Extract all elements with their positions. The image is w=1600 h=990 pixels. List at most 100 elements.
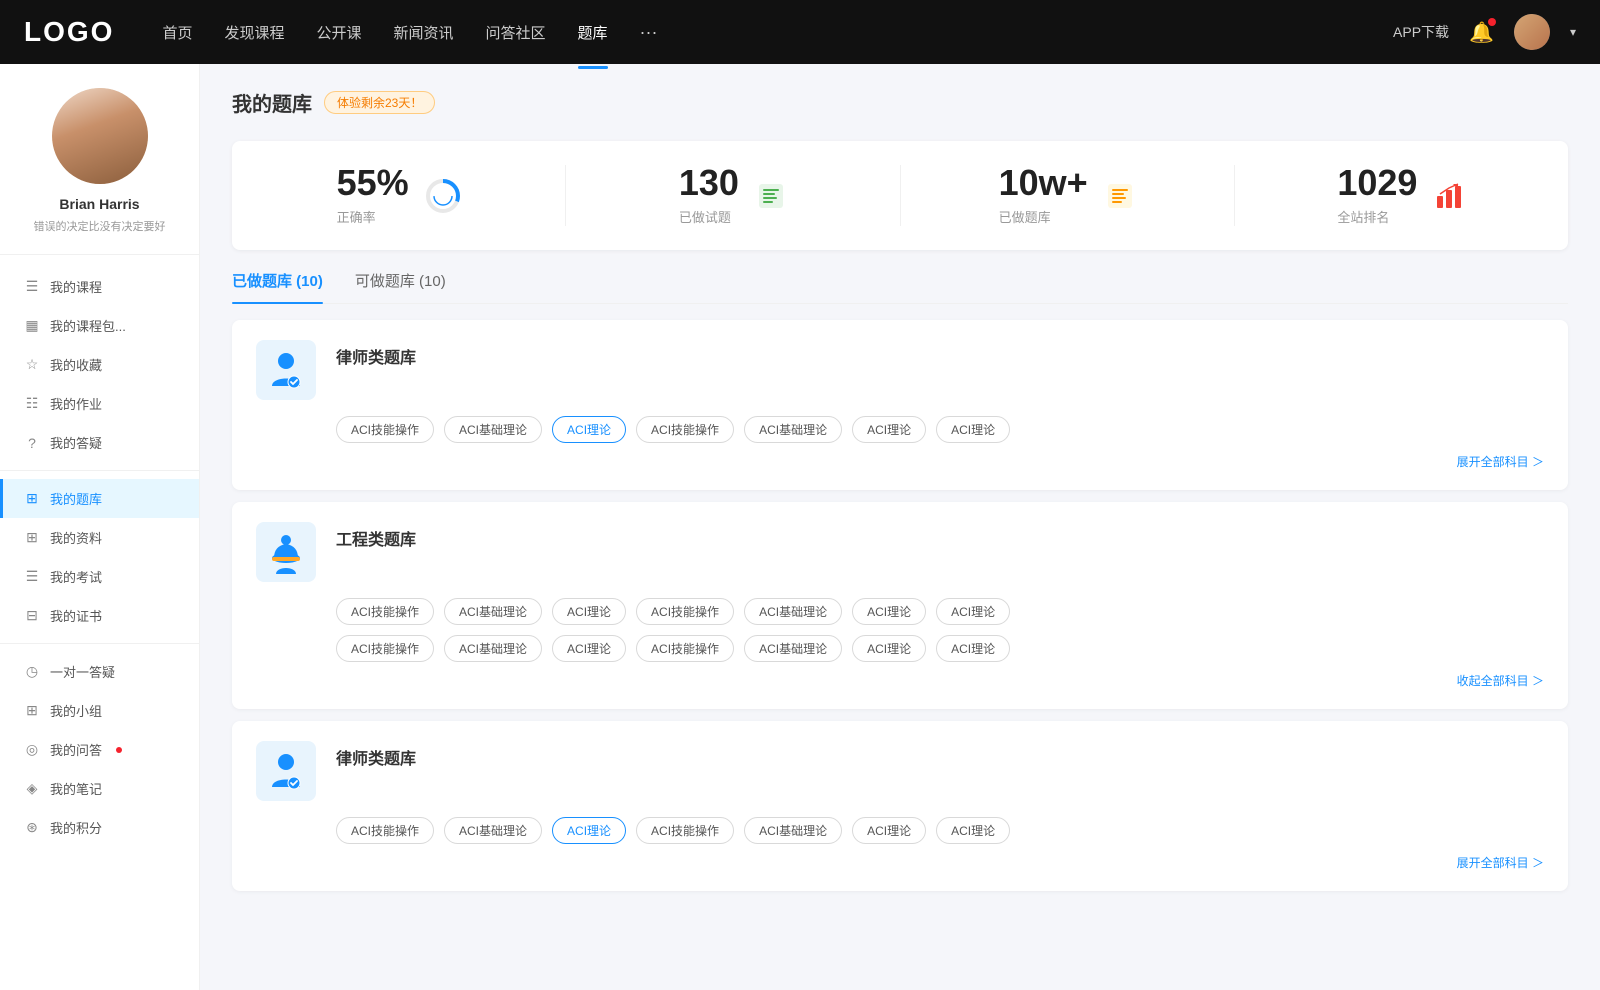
stat-done-questions-text: 130 已做试题	[679, 165, 739, 226]
sidebar-label-groups: 我的小组	[50, 701, 102, 720]
tag-eng-1-7[interactable]: ACI理论	[936, 598, 1010, 625]
tag-lawyer1-6[interactable]: ACI理论	[852, 416, 926, 443]
qbank-card-lawyer-2: 律师类题库 ACI技能操作 ACI基础理论 ACI理论 ACI技能操作 ACI基…	[232, 721, 1568, 891]
sidebar-item-qa[interactable]: ? 我的答疑	[0, 423, 199, 462]
tag-lawyer2-7[interactable]: ACI理论	[936, 817, 1010, 844]
stats-card: 55% 正确率 130 已做试题	[232, 141, 1568, 250]
stat-ranking: 1029 全站排名	[1235, 165, 1568, 226]
tag-lawyer2-3[interactable]: ACI理论	[552, 817, 626, 844]
tab-done-banks[interactable]: 已做题库 (10)	[232, 270, 323, 303]
qbank-title-lawyer-1: 律师类题库	[336, 340, 416, 368]
tag-eng-1-1[interactable]: ACI技能操作	[336, 598, 434, 625]
sidebar-item-exams[interactable]: ☰ 我的考试	[0, 557, 199, 596]
tag-eng-2-2[interactable]: ACI基础理论	[444, 635, 542, 662]
qbank-expand-lawyer-1[interactable]: 展开全部科目 ＞	[336, 453, 1544, 470]
tag-lawyer2-5[interactable]: ACI基础理论	[744, 817, 842, 844]
qbank-card-lawyer-1: 律师类题库 ACI技能操作 ACI基础理论 ACI理论 ACI技能操作 ACI基…	[232, 320, 1568, 490]
app-download-button[interactable]: APP下载	[1393, 22, 1449, 42]
certificates-icon: ⊟	[24, 607, 40, 624]
nav-link-news[interactable]: 新闻资讯	[394, 18, 454, 47]
sidebar-item-groups[interactable]: ⊞ 我的小组	[0, 691, 199, 730]
page-title: 我的题库	[232, 88, 312, 117]
tag-eng-2-6[interactable]: ACI理论	[852, 635, 926, 662]
tag-lawyer1-2[interactable]: ACI基础理论	[444, 416, 542, 443]
nav-link-open[interactable]: 公开课	[316, 18, 361, 47]
qbank-lawyer-icon-wrap-2	[256, 741, 316, 801]
tag-eng-2-4[interactable]: ACI技能操作	[636, 635, 734, 662]
sidebar-menu: ☰ 我的课程 ▦ 我的课程包... ☆ 我的收藏 ☷ 我的作业 ? 我的答疑 ⊞	[0, 267, 199, 847]
sidebar-item-course-packages[interactable]: ▦ 我的课程包...	[0, 306, 199, 345]
qbank-collapse-engineer[interactable]: 收起全部科目 ＞	[336, 672, 1544, 689]
nav-right: APP下载 🔔 ▾	[1393, 14, 1576, 50]
avatar[interactable]	[1514, 14, 1550, 50]
sidebar-label-one-on-one: 一对一答疑	[50, 662, 115, 681]
nav-more[interactable]: ···	[640, 22, 658, 43]
sidebar-item-homework[interactable]: ☷ 我的作业	[0, 384, 199, 423]
nav-link-home[interactable]: 首页	[162, 18, 192, 47]
questions-notification-dot	[116, 747, 122, 753]
materials-icon: ⊞	[24, 529, 40, 546]
tag-eng-1-6[interactable]: ACI理论	[852, 598, 926, 625]
sidebar-avatar-image	[52, 88, 148, 184]
tag-eng-1-5[interactable]: ACI基础理论	[744, 598, 842, 625]
tag-lawyer2-4[interactable]: ACI技能操作	[636, 817, 734, 844]
tag-lawyer2-6[interactable]: ACI理论	[852, 817, 926, 844]
tag-lawyer2-2[interactable]: ACI基础理论	[444, 817, 542, 844]
nav-link-qbank[interactable]: 题库	[578, 18, 608, 47]
sidebar-divider-1	[0, 470, 199, 471]
tag-eng-2-5[interactable]: ACI基础理论	[744, 635, 842, 662]
groups-icon: ⊞	[24, 702, 40, 719]
sidebar-item-one-on-one[interactable]: ◷ 一对一答疑	[0, 652, 199, 691]
tag-lawyer1-5[interactable]: ACI基础理论	[744, 416, 842, 443]
qbank-expand-lawyer-2[interactable]: 展开全部科目 ＞	[336, 854, 1544, 871]
qbank-tags-row-engineer-1: ACI技能操作 ACI基础理论 ACI理论 ACI技能操作 ACI基础理论 AC…	[336, 598, 1544, 625]
stat-done-banks-value: 10w+	[999, 165, 1088, 201]
tab-available-banks[interactable]: 可做题库 (10)	[355, 270, 446, 303]
qbank-icon: ⊞	[24, 490, 40, 507]
tag-eng-2-1[interactable]: ACI技能操作	[336, 635, 434, 662]
qbank-tags-row-lawyer-2: ACI技能操作 ACI基础理论 ACI理论 ACI技能操作 ACI基础理论 AC…	[336, 817, 1544, 844]
sidebar-item-qbank[interactable]: ⊞ 我的题库	[0, 479, 199, 518]
tag-eng-2-7[interactable]: ACI理论	[936, 635, 1010, 662]
nav-link-qa[interactable]: 问答社区	[486, 18, 546, 47]
sidebar-username: Brian Harris	[59, 196, 139, 212]
tag-eng-1-3[interactable]: ACI理论	[552, 598, 626, 625]
avatar-chevron-icon[interactable]: ▾	[1570, 25, 1576, 39]
notification-bell[interactable]: 🔔	[1469, 20, 1494, 45]
qbank-title-engineer: 工程类题库	[336, 522, 416, 550]
tag-lawyer2-1[interactable]: ACI技能操作	[336, 817, 434, 844]
tag-lawyer1-4[interactable]: ACI技能操作	[636, 416, 734, 443]
tag-eng-1-2[interactable]: ACI基础理论	[444, 598, 542, 625]
sidebar-item-materials[interactable]: ⊞ 我的资料	[0, 518, 199, 557]
sidebar-item-questions[interactable]: ◎ 我的问答	[0, 730, 199, 769]
sidebar-label-questions: 我的问答	[50, 740, 102, 759]
qbank-header-lawyer-2: 律师类题库	[256, 741, 1544, 801]
done-questions-icon	[755, 180, 787, 212]
page-header: 我的题库 体验剩余23天！	[232, 88, 1568, 117]
sidebar-item-my-courses[interactable]: ☰ 我的课程	[0, 267, 199, 306]
sidebar-label-qa: 我的答疑	[50, 433, 102, 452]
sidebar-item-certificates[interactable]: ⊟ 我的证书	[0, 596, 199, 635]
sidebar-label-course-packages: 我的课程包...	[50, 316, 126, 335]
sidebar-item-notes[interactable]: ◈ 我的笔记	[0, 769, 199, 808]
qbank-lawyer-icon-wrap-1	[256, 340, 316, 400]
tag-eng-1-4[interactable]: ACI技能操作	[636, 598, 734, 625]
stat-accuracy: 55% 正确率	[232, 165, 566, 226]
one-on-one-icon: ◷	[24, 663, 40, 680]
sidebar-item-points[interactable]: ⊛ 我的积分	[0, 808, 199, 847]
qbank-title-lawyer-2: 律师类题库	[336, 741, 416, 769]
page-container: Brian Harris 错误的决定比没有决定要好 ☰ 我的课程 ▦ 我的课程包…	[0, 64, 1600, 990]
nav-link-discover[interactable]: 发现课程	[224, 18, 284, 47]
stat-ranking-value: 1029	[1337, 165, 1417, 201]
navbar: LOGO 首页 发现课程 公开课 新闻资讯 问答社区 题库 ··· APP下载 …	[0, 0, 1600, 64]
points-icon: ⊛	[24, 819, 40, 836]
notification-dot	[1488, 18, 1496, 26]
notes-icon: ◈	[24, 780, 40, 797]
tag-eng-2-3[interactable]: ACI理论	[552, 635, 626, 662]
main-content: 我的题库 体验剩余23天！ 55% 正确率	[200, 64, 1600, 990]
tag-lawyer1-7[interactable]: ACI理论	[936, 416, 1010, 443]
sidebar-item-favorites[interactable]: ☆ 我的收藏	[0, 345, 199, 384]
tag-lawyer1-3[interactable]: ACI理论	[552, 416, 626, 443]
qbank-tags-engineer: ACI技能操作 ACI基础理论 ACI理论 ACI技能操作 ACI基础理论 AC…	[336, 598, 1544, 689]
tag-lawyer1-1[interactable]: ACI技能操作	[336, 416, 434, 443]
